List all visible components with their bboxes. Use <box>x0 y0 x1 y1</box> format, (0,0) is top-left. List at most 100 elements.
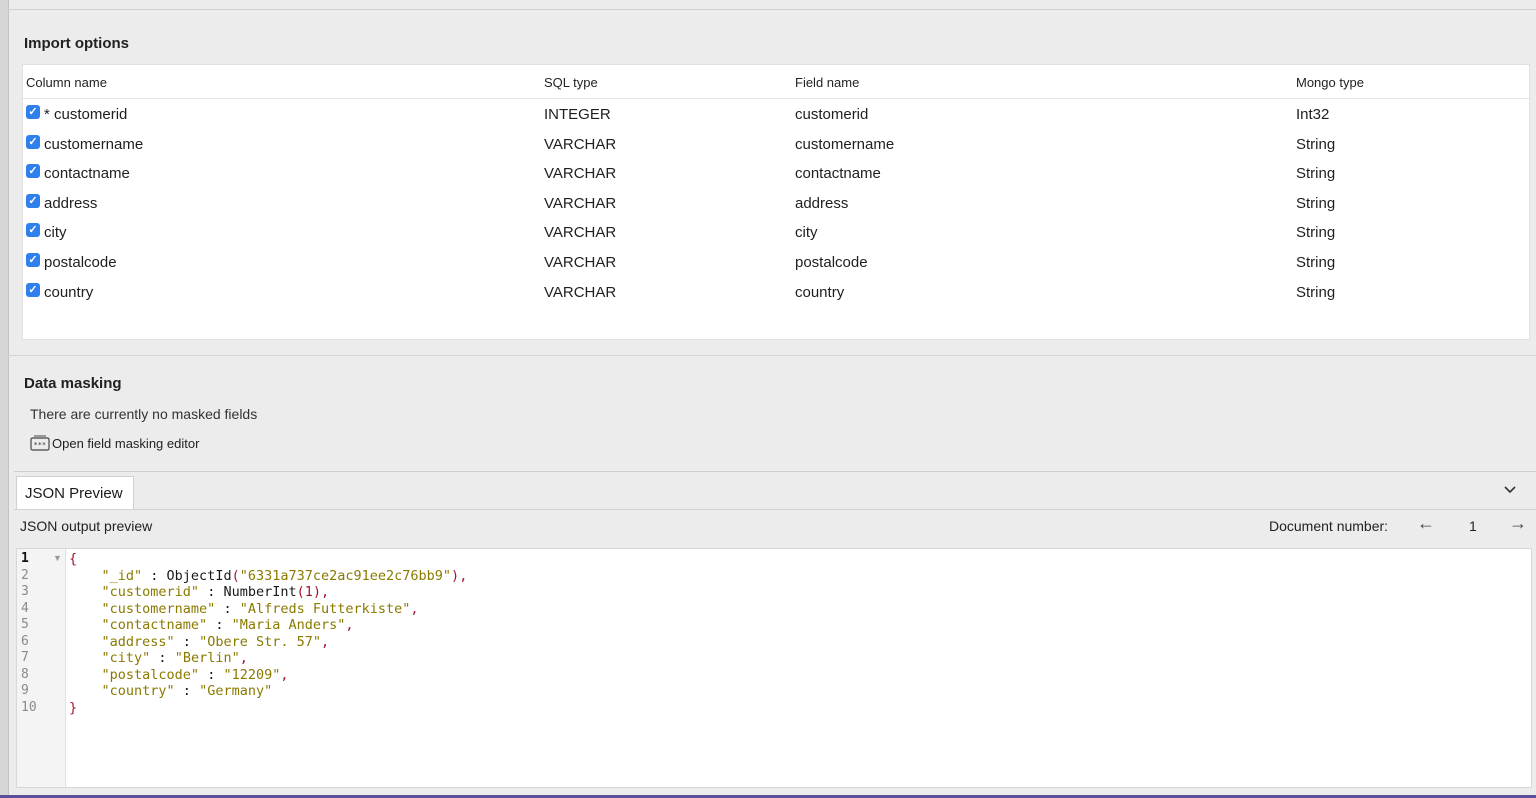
column-name-cell: * customerid <box>44 106 128 123</box>
open-masking-editor-button[interactable]: *** Open field masking editor <box>30 433 199 453</box>
json-value: "6331a737ce2ac91ee2c76bb9" <box>239 567 452 584</box>
json-brace: { <box>69 551 78 567</box>
line-number-gutter: 1 ▼ 2 3 4 5 6 7 8 9 10 <box>17 549 66 787</box>
document-number-label: Document number: <box>1269 518 1389 534</box>
column-name-cell: postalcode <box>44 254 117 271</box>
include-checkbox[interactable]: ✓ <box>26 253 40 267</box>
sql-type-cell: VARCHAR <box>544 254 617 271</box>
table-row[interactable]: ✓ city VARCHAR city String <box>23 218 1529 248</box>
field-name-cell[interactable]: postalcode <box>795 254 868 271</box>
code-line: "contactname" : "Maria Anders", <box>101 617 354 633</box>
data-masking-title: Data masking <box>24 375 122 392</box>
json-key: "customerid" <box>101 584 200 600</box>
column-name-cell: city <box>44 224 67 241</box>
line-number: 2 <box>21 567 29 583</box>
sql-type-cell: VARCHAR <box>544 136 617 153</box>
sql-type-cell: VARCHAR <box>544 284 617 301</box>
code-line: } <box>69 700 77 716</box>
json-preview-panel: JSON Preview JSON output preview Documen… <box>14 471 1536 792</box>
column-name-cell: customername <box>44 136 144 153</box>
json-key: "city" <box>101 650 151 666</box>
field-name-cell[interactable]: city <box>795 224 818 241</box>
mongo-type-cell[interactable]: String <box>1296 254 1335 271</box>
field-name-cell[interactable]: customerid <box>795 106 868 123</box>
table-row[interactable]: ✓ * customerid INTEGER customerid Int32 <box>23 100 1529 130</box>
header-field-name[interactable]: Field name <box>795 75 859 90</box>
include-checkbox[interactable]: ✓ <box>26 283 40 297</box>
code-line: "customerid" : NumberInt(1), <box>101 584 330 600</box>
line-number: 9 <box>21 683 29 698</box>
code-line: "customername" : "Alfreds Futterkiste", <box>101 600 419 617</box>
field-name-cell[interactable]: contactname <box>795 165 881 182</box>
tab-json-preview[interactable]: JSON Preview <box>16 476 134 509</box>
left-window-border <box>0 0 9 798</box>
code-line: "postalcode" : "12209", <box>101 666 289 683</box>
code-line: "_id" : ObjectId("6331a737ce2ac91ee2c76b… <box>101 567 468 584</box>
mongo-type-cell[interactable]: String <box>1296 224 1335 241</box>
line-number: 5 <box>21 617 29 632</box>
json-func: ObjectId <box>166 567 232 584</box>
include-checkbox[interactable]: ✓ <box>26 135 40 149</box>
code-line: { <box>69 551 77 567</box>
line-number: 8 <box>21 666 29 682</box>
table-row[interactable]: ✓ address VARCHAR address String <box>23 189 1529 219</box>
mongo-type-cell[interactable]: Int32 <box>1296 106 1329 123</box>
sql-type-cell: VARCHAR <box>544 165 617 182</box>
code-line: "address" : "Obere Str. 57", <box>101 633 330 650</box>
line-number: 3 <box>21 584 29 599</box>
include-checkbox[interactable]: ✓ <box>26 194 40 208</box>
column-name-cell: address <box>44 195 98 212</box>
field-name-cell[interactable]: customername <box>795 136 894 153</box>
json-value: "Berlin" <box>174 650 240 666</box>
section-divider <box>8 355 1536 356</box>
mongo-type-cell[interactable]: String <box>1296 165 1335 182</box>
field-name-cell[interactable]: country <box>795 284 844 301</box>
json-output-preview-label: JSON output preview <box>20 518 153 534</box>
include-checkbox[interactable]: ✓ <box>26 164 40 178</box>
json-key: "country" <box>101 683 175 699</box>
field-name-cell[interactable]: address <box>795 195 848 212</box>
line-number: 10 <box>21 699 37 715</box>
include-checkbox[interactable]: ✓ <box>26 105 40 119</box>
top-divider <box>8 9 1536 10</box>
fold-toggle-icon[interactable]: ▼ <box>53 553 62 563</box>
table-row[interactable]: ✓ customername VARCHAR customername Stri… <box>23 130 1529 160</box>
code-line: "country" : "Germany" <box>101 683 273 699</box>
table-header: Column name SQL type Field name Mongo ty… <box>23 65 1529 99</box>
json-value: "Alfreds Futterkiste" <box>239 600 411 617</box>
masked-fields-status: There are currently no masked fields <box>30 406 258 422</box>
table-row[interactable]: ✓ contactname VARCHAR contactname String <box>23 159 1529 189</box>
code-line: "city" : "Berlin", <box>101 650 248 666</box>
sql-type-cell: VARCHAR <box>544 195 617 212</box>
import-options-table: Column name SQL type Field name Mongo ty… <box>22 64 1530 340</box>
json-value: "12209" <box>223 666 281 683</box>
json-value: 1 <box>304 584 313 600</box>
mongo-type-cell[interactable]: String <box>1296 136 1335 153</box>
header-mongo-type[interactable]: Mongo type <box>1296 75 1364 90</box>
table-row[interactable]: ✓ country VARCHAR country String <box>23 278 1529 308</box>
line-number: 6 <box>21 633 29 649</box>
sql-type-cell: INTEGER <box>544 106 611 123</box>
svg-text:***: *** <box>34 441 47 449</box>
document-number-value[interactable]: 1 <box>1469 518 1477 534</box>
tab-divider <box>14 509 1536 510</box>
next-document-button[interactable]: → <box>1509 513 1527 534</box>
chevron-down-icon[interactable] <box>1502 482 1518 498</box>
line-number: 7 <box>21 650 29 665</box>
column-name-cell: contactname <box>44 165 130 182</box>
json-key: "customername" <box>101 600 216 617</box>
header-sql-type[interactable]: SQL type <box>544 75 598 90</box>
json-code-editor[interactable]: 1 ▼ 2 3 4 5 6 7 8 9 10 { "_id" : ObjectI… <box>16 548 1532 788</box>
line-number: 1 <box>21 551 29 566</box>
include-checkbox[interactable]: ✓ <box>26 223 40 237</box>
import-options-title: Import options <box>24 35 129 52</box>
json-brace: } <box>69 699 78 716</box>
table-row[interactable]: ✓ postalcode VARCHAR postalcode String <box>23 248 1529 278</box>
open-masking-editor-label: Open field masking editor <box>52 435 200 451</box>
mongo-type-cell[interactable]: String <box>1296 284 1335 301</box>
mongo-type-cell[interactable]: String <box>1296 195 1335 212</box>
masking-editor-icon: *** <box>30 435 50 451</box>
json-key: "address" <box>101 633 175 650</box>
previous-document-button[interactable]: ← <box>1417 513 1435 534</box>
header-column-name[interactable]: Column name <box>26 75 107 90</box>
